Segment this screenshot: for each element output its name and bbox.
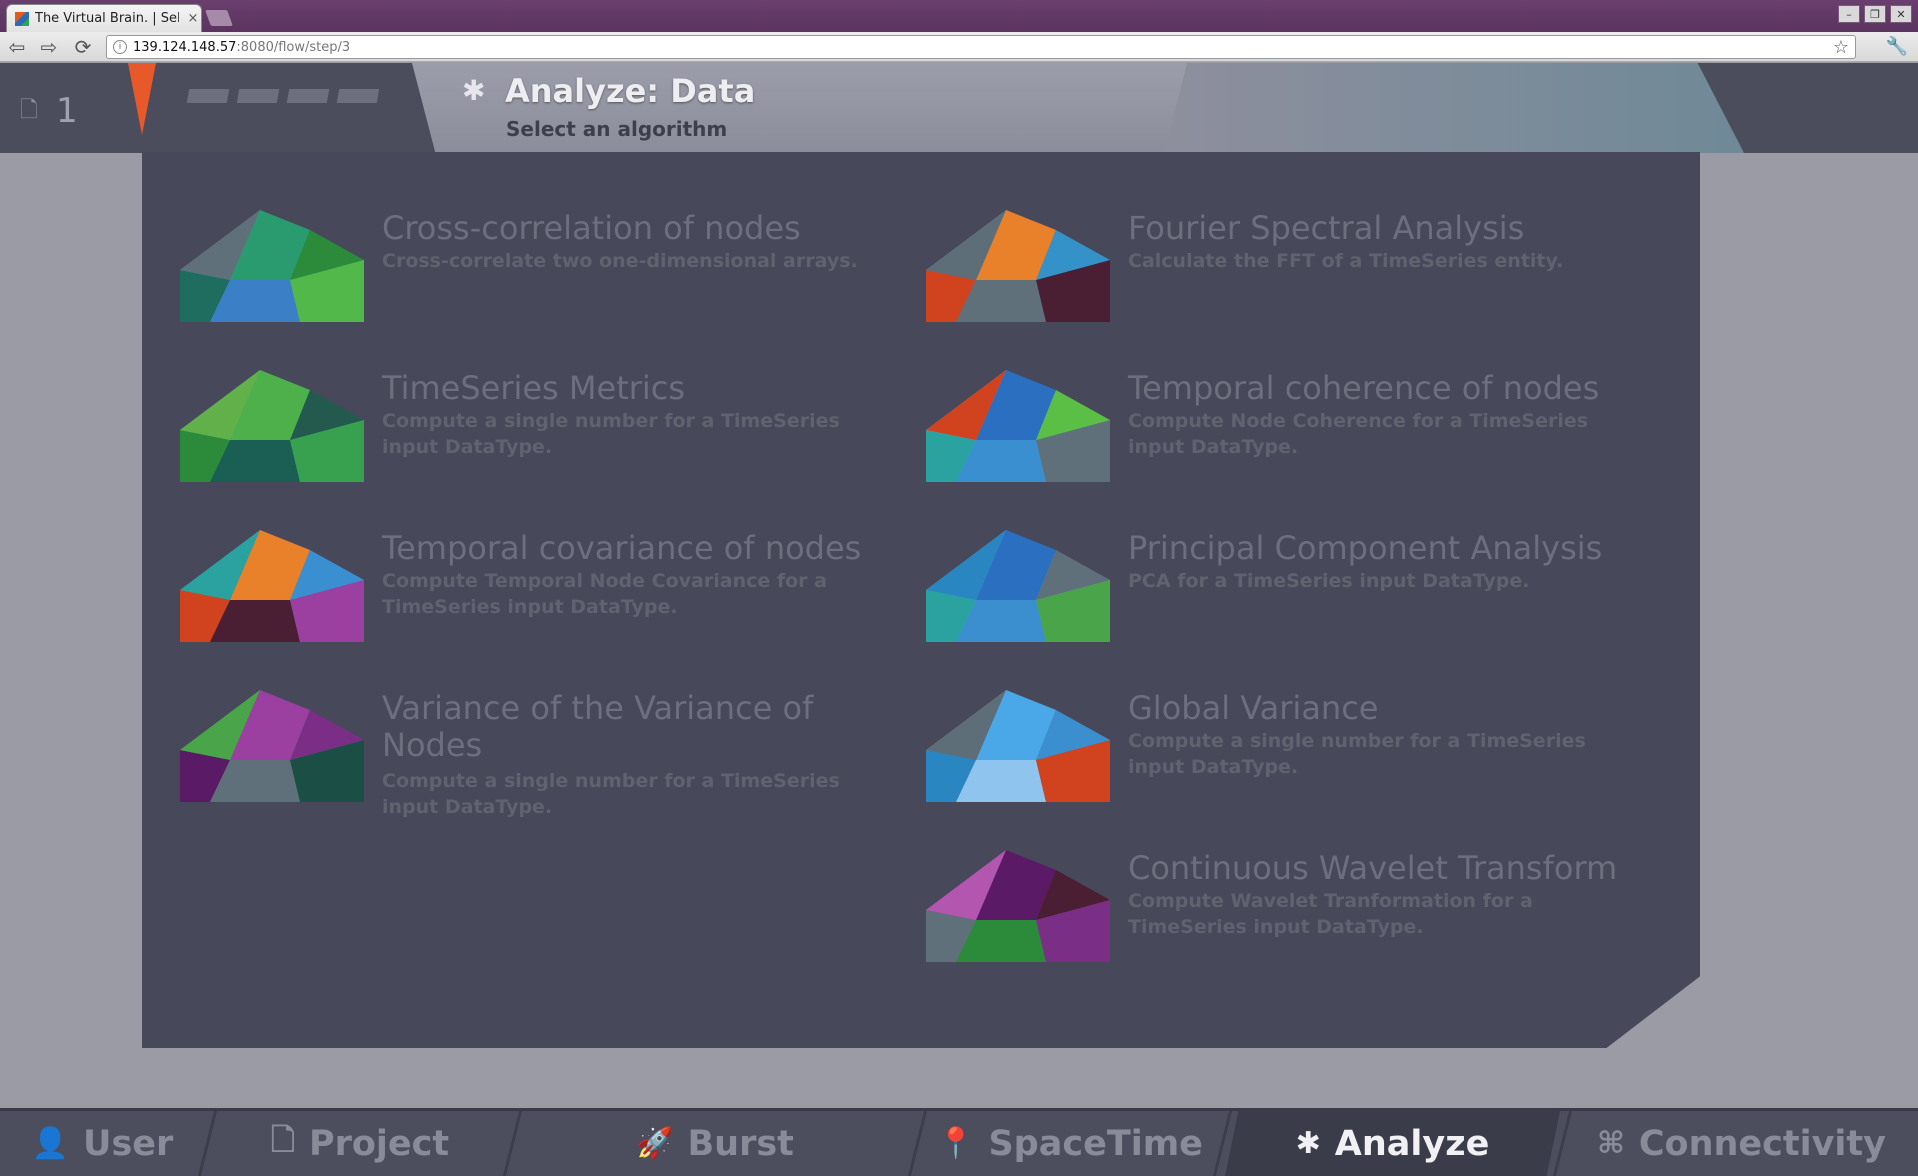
algorithm-title[interactable]: Temporal covariance of nodes (382, 530, 922, 567)
browser-tab[interactable]: The Virtual Brain. | Sele × (6, 4, 202, 32)
map-pin-icon: 📍 (937, 1126, 975, 1161)
algorithm-description: Compute Wavelet Tranformation for a Time… (1128, 890, 1533, 938)
forward-icon[interactable]: ⇨ (36, 35, 62, 59)
reload-icon[interactable]: ⟳ (70, 35, 96, 59)
algorithm-gem-icon (180, 530, 364, 642)
algorithm-description: Compute a single number for a TimeSeries… (382, 410, 840, 458)
nav-user[interactable]: 👤 User (0, 1111, 205, 1176)
algorithm-title[interactable]: Fourier Spectral Analysis (1128, 210, 1668, 247)
nav-analyze[interactable]: ✱ Analyze (1225, 1111, 1560, 1176)
algorithm-description: Calculate the FFT of a TimeSeries entity… (1128, 250, 1564, 272)
url-path: :8080/flow/step/3 (236, 39, 351, 55)
project-count[interactable]: 1 (56, 91, 78, 131)
nav-label: Project (308, 1123, 450, 1164)
browser-toolbar: ⇦ ⇨ ⟳ i 139.124.148.57 :8080/flow/step/3… (0, 32, 1918, 62)
tab-close-icon[interactable]: × (185, 11, 201, 26)
algorithm-description: Compute a single number for a TimeSeries… (1128, 730, 1586, 778)
close-window-button[interactable]: ✕ (1890, 5, 1912, 23)
nav-label: Analyze (1334, 1123, 1490, 1164)
header-right-panel (1164, 63, 1744, 153)
browser-tabstrip: The Virtual Brain. | Sele × – ❐ ✕ (0, 0, 1918, 32)
algorithm-card[interactable]: Global Variance Compute a single number f… (926, 690, 1666, 820)
algorithm-description: Compute Node Coherence for a TimeSeries … (1128, 410, 1589, 458)
algorithm-title[interactable]: Global Variance (1128, 690, 1668, 727)
nav-label: User (83, 1123, 174, 1164)
algorithm-description: Compute a single number for a TimeSeries… (382, 770, 840, 818)
nav-spacetime[interactable]: 📍 SpaceTime (920, 1111, 1220, 1176)
algorithm-panel: Cross-correlation of nodes Cross-correlat… (142, 152, 1700, 1048)
algorithm-card[interactable]: Variance of the Variance of Nodes Compute… (180, 690, 920, 820)
algorithm-gem-icon (926, 370, 1110, 482)
connectivity-icon: ⌘ (1597, 1126, 1625, 1161)
url-host: 139.124.148.57 (133, 39, 237, 55)
tab-title: The Virtual Brain. | Sele (35, 11, 179, 26)
algorithm-card[interactable]: Temporal covariance of nodes Compute Temp… (180, 530, 920, 660)
bookmark-star-icon[interactable]: ☆ (1833, 37, 1849, 58)
page-subtitle: Select an algorithm (506, 117, 728, 141)
algorithm-card[interactable]: Principal Component Analysis PCA for a Ti… (926, 530, 1666, 660)
nav-project[interactable]: 🗋 Project (210, 1111, 510, 1176)
nav-burst[interactable]: 🚀 Burst (515, 1111, 915, 1176)
algorithm-card[interactable]: Continuous Wavelet Transform Compute Wave… (926, 850, 1666, 980)
algorithm-card[interactable]: Cross-correlation of nodes Cross-correlat… (180, 210, 920, 340)
algorithm-description: Compute Temporal Node Covariance for a T… (382, 570, 827, 618)
restore-button[interactable]: ❐ (1864, 5, 1886, 23)
address-bar[interactable]: i 139.124.148.57 :8080/flow/step/3 ☆ (106, 35, 1856, 59)
project-file-icon[interactable]: 🗋 (20, 93, 38, 131)
algorithm-description: PCA for a TimeSeries input DataType. (1128, 570, 1530, 592)
nav-label: Burst (687, 1123, 794, 1164)
minimize-button[interactable]: – (1838, 5, 1860, 23)
view-grid-icon[interactable] (186, 89, 380, 103)
algorithm-title[interactable]: Cross-correlation of nodes (382, 210, 922, 247)
back-icon[interactable]: ⇦ (4, 35, 30, 59)
algorithm-gem-icon (180, 210, 364, 322)
wrench-menu-icon[interactable]: 🔧 (1886, 36, 1908, 57)
algorithm-description: Cross-correlate two one-dimensional arra… (382, 250, 858, 272)
algorithm-card[interactable]: Fourier Spectral Analysis Calculate the F… (926, 210, 1666, 340)
algorithm-title[interactable]: Variance of the Variance of Nodes (382, 690, 922, 764)
project-icon: 🗋 (270, 1123, 295, 1158)
algorithm-gem-icon (926, 530, 1110, 642)
window-controls: – ❐ ✕ (1838, 5, 1912, 23)
analyze-gear-icon: ✱ (462, 74, 486, 107)
algorithm-gem-icon (180, 690, 364, 802)
nav-label: Connectivity (1638, 1123, 1886, 1164)
page-title: Analyze: Data (505, 72, 756, 110)
page-info-icon[interactable]: i (113, 40, 127, 54)
bookmark-ribbon-icon[interactable] (128, 63, 156, 135)
nav-connectivity[interactable]: ⌘ Connectivity (1565, 1111, 1918, 1176)
nav-label: SpaceTime (988, 1123, 1203, 1164)
tvb-favicon-icon (15, 11, 29, 26)
algorithm-title[interactable]: TimeSeries Metrics (382, 370, 922, 407)
algorithm-gem-icon (926, 210, 1110, 322)
new-tab-button[interactable] (205, 10, 233, 26)
bottom-navigation: 👤 User 🗋 Project 🚀 Burst 📍 SpaceTime ✱ Analyze ⌘ Co… (0, 1108, 1918, 1176)
algorithm-card[interactable]: TimeSeries Metrics Compute a single numbe… (180, 370, 920, 500)
algorithm-gem-icon (180, 370, 364, 482)
user-icon: 👤 (31, 1126, 70, 1161)
algorithm-gem-icon (926, 690, 1110, 802)
algorithm-title[interactable]: Principal Component Analysis (1128, 530, 1668, 567)
algorithm-gem-icon (926, 850, 1110, 962)
algorithm-card[interactable]: Temporal coherence of nodes Compute Node … (926, 370, 1666, 500)
gear-icon: ✱ (1295, 1126, 1321, 1161)
algorithm-title[interactable]: Temporal coherence of nodes (1128, 370, 1668, 407)
algorithm-title[interactable]: Continuous Wavelet Transform (1128, 850, 1668, 887)
rocket-icon: 🚀 (636, 1126, 674, 1161)
